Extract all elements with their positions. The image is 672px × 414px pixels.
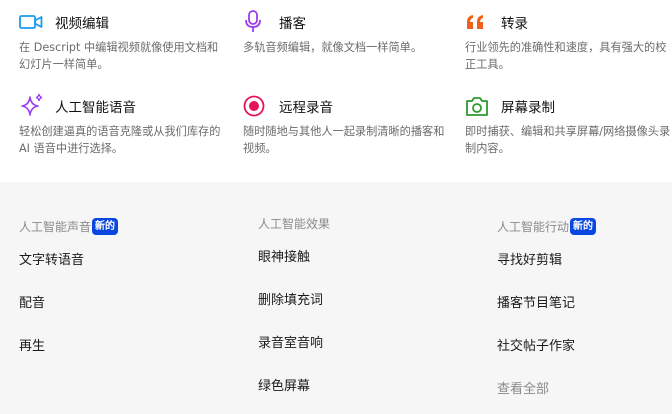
column-heading: 人工智能声音 [19, 219, 92, 234]
link-dubbing[interactable]: 配音 [19, 294, 118, 337]
camera-icon [465, 95, 491, 117]
feature-podcast[interactable]: 播客 多轨音频编辑，就像文档一样简单。 [243, 10, 453, 56]
quote-icon [465, 11, 491, 33]
feature-video-editing[interactable]: 视频编辑 在 Descript 中编辑视频就像使用文档和幻灯片一样简单。 [19, 11, 229, 73]
column-ai-actions: 人工智能行动 新的 寻找好剪辑 播客节目笔记 社交帖子作家 查看全部 [497, 182, 597, 414]
ai-tools-section: 人工智能声音 新的 文字转语音 配音 再生 人工智能效果 眼神接触 删除填充词 … [0, 182, 672, 414]
column-heading: 人工智能行动 [497, 219, 570, 234]
feature-title: 播客 [279, 16, 306, 32]
feature-title: 屏幕录制 [501, 100, 555, 116]
sparkle-icon [19, 93, 45, 117]
link-regenerate[interactable]: 再生 [19, 337, 118, 380]
link-studio-sound[interactable]: 录音室音响 [258, 334, 330, 377]
feature-ai-voice[interactable]: 人工智能语音 轻松创建逼真的语音克隆或从我们库存的 AI 语音中进行选择。 [19, 93, 229, 157]
link-text-to-speech[interactable]: 文字转语音 [19, 251, 118, 294]
link-remove-filler-words[interactable]: 删除填充词 [258, 291, 330, 334]
microphone-icon [243, 10, 269, 33]
feature-description: 在 Descript 中编辑视频就像使用文档和幻灯片一样简单。 [19, 41, 219, 71]
feature-description: 轻松创建逼真的语音克隆或从我们库存的 AI 语音中进行选择。 [19, 125, 221, 155]
feature-remote-recording[interactable]: 远程录音 随时随地与其他人一起录制清晰的播客和视频。 [243, 95, 453, 157]
feature-title: 视频编辑 [55, 16, 109, 32]
features-section: 视频编辑 在 Descript 中编辑视频就像使用文档和幻灯片一样简单。 播客 … [0, 0, 672, 182]
feature-description: 随时随地与其他人一起录制清晰的播客和视频。 [243, 125, 445, 155]
link-find-good-clips[interactable]: 寻找好剪辑 [497, 251, 596, 294]
feature-description: 行业领先的准确性和速度，具有强大的校正工具。 [465, 41, 667, 71]
feature-title: 人工智能语音 [55, 100, 136, 116]
link-social-post-writer[interactable]: 社交帖子作家 [497, 337, 596, 380]
new-badge: 新的 [92, 217, 119, 235]
feature-title: 转录 [501, 16, 528, 32]
feature-description: 即时捕获、编辑和共享屏幕/网络摄像头录制内容。 [465, 125, 671, 155]
video-camera-icon [19, 11, 45, 33]
link-green-screen[interactable]: 绿色屏幕 [258, 377, 330, 414]
feature-transcription[interactable]: 转录 行业领先的准确性和速度，具有强大的校正工具。 [465, 11, 672, 73]
column-heading: 人工智能效果 [258, 216, 331, 231]
feature-description: 多轨音频编辑，就像文档一样简单。 [243, 41, 423, 54]
link-show-notes[interactable]: 播客节目笔记 [497, 294, 596, 337]
record-icon [243, 95, 269, 117]
column-ai-effects: 人工智能效果 眼神接触 删除填充词 录音室音响 绿色屏幕 [258, 182, 330, 414]
feature-title: 远程录音 [279, 100, 333, 116]
feature-screen-recording[interactable]: 屏幕录制 即时捕获、编辑和共享屏幕/网络摄像头录制内容。 [465, 95, 672, 157]
column-ai-voices: 人工智能声音 新的 文字转语音 配音 再生 [19, 182, 119, 380]
new-badge: 新的 [570, 217, 597, 235]
see-all-link[interactable]: 查看全部 [497, 380, 596, 414]
link-eye-contact[interactable]: 眼神接触 [258, 248, 330, 291]
